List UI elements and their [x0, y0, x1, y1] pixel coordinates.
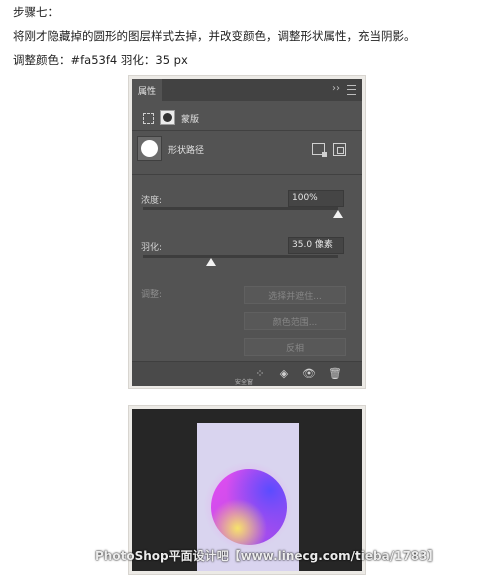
properties-panel-screenshot: 属性 ›› 蒙版 形状路径 浓度: 100% 羽化: 35.0 像素 调整: 选…: [128, 75, 366, 389]
feather-input[interactable]: 35.0 像素: [288, 237, 344, 254]
invert-button[interactable]: 反相: [244, 338, 346, 356]
density-label: 浓度:: [141, 196, 163, 206]
divider: [132, 174, 362, 175]
mode-row: 蒙版: [132, 105, 362, 127]
load-selection-icon[interactable]: [312, 143, 327, 157]
selection-from-mask-icon[interactable]: ⁘: [254, 368, 266, 380]
site-watermark: PhotoShop平面设计吧【www.linecg.com/tieba/1783…: [95, 549, 440, 563]
gradient-orb: [211, 469, 287, 545]
mask-label: 蒙版: [181, 115, 200, 125]
density-slider-track[interactable]: [143, 207, 338, 210]
feather-label: 羽化:: [141, 243, 163, 253]
apply-mask-icon[interactable]: [333, 143, 346, 156]
panel-header: 属性 ››: [132, 79, 362, 101]
visibility-eye-icon[interactable]: 👁: [302, 368, 316, 380]
delete-mask-icon[interactable]: 🗑: [328, 368, 342, 380]
tab-properties[interactable]: 属性: [132, 79, 162, 101]
panel-menu-icon[interactable]: [347, 85, 356, 95]
panel-footer: ⁘ ◈ 👁 🗑 安全窗: [132, 361, 362, 386]
divider: [132, 130, 362, 131]
feather-slider-thumb[interactable]: [206, 258, 217, 266]
select-and-mask-button[interactable]: 选择并遮住...: [244, 286, 346, 304]
step-description: 将刚才隐藏掉的圆形的图层样式去掉，并改变颜色，调整形状属性，充当阴影。: [13, 29, 416, 43]
feather-slider-track[interactable]: [143, 255, 338, 258]
properties-panel: 属性 ›› 蒙版 形状路径 浓度: 100% 羽化: 35.0 像素 调整: 选…: [132, 79, 362, 386]
shape-thumbnail: [137, 136, 162, 161]
density-slider-thumb[interactable]: [333, 210, 343, 218]
step-title: 步骤七：: [13, 5, 59, 19]
pixel-mask-icon[interactable]: [160, 110, 175, 125]
step-params: 调整颜色：#fa53f4 羽化：35 px: [13, 53, 188, 67]
collapse-chevron-icon[interactable]: ››: [332, 83, 340, 94]
apply-mask-footer-icon[interactable]: ◈: [278, 368, 290, 380]
footer-watermark: 安全窗: [235, 379, 254, 386]
refine-label: 调整:: [141, 290, 163, 300]
shape-path-label: 形状路径: [168, 146, 205, 156]
density-input[interactable]: 100%: [288, 190, 344, 207]
color-range-button[interactable]: 颜色范围...: [244, 312, 346, 330]
vector-mask-icon[interactable]: [143, 113, 154, 124]
